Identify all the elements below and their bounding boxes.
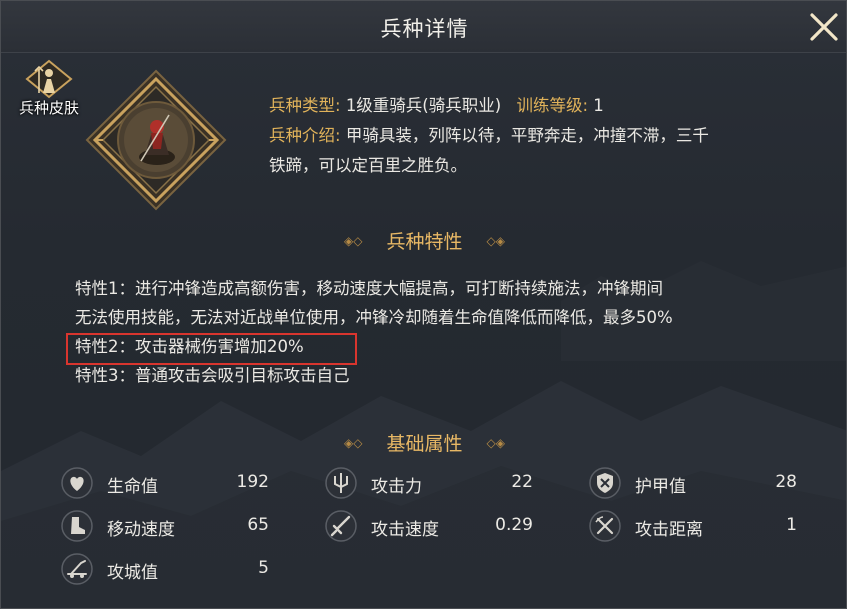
ornament-left-icon: ◈◇ [344,234,363,248]
stat-value: 65 [247,515,269,535]
stat-health: 生命值 192 [61,467,271,499]
stat-armor: 护甲值 28 [589,467,799,499]
stats-section-header: ◈◇ 基础属性 ◇◈ [1,429,846,456]
bow-icon [589,510,621,542]
unit-intro-label: 兵种介绍: [269,126,341,145]
trait-line: 无法使用技能，无法对近战单位使用，冲锋冷却随着生命值降低而降低，最多50% [75,308,673,327]
traits-list: 特性1：进行冲锋造成高额伤害，移动速度大幅提高，可打断持续施法，冲锋期间 无法使… [75,274,815,390]
unit-detail-panel: 兵种详情 兵种皮肤 兵种类型: 1级重骑兵(骑兵职业) 训练等级: 1 兵种介绍… [0,0,847,609]
unit-type-row: 兵种类型: 1级重骑兵(骑兵职业) 训练等级: 1 [269,91,829,121]
close-button[interactable] [806,9,842,45]
heart-icon [61,467,93,499]
stat-name: 攻击速度 [371,520,439,540]
trait-line: 特性3：普通攻击会吸引目标攻击自己 [75,366,350,385]
skin-label: 兵种皮肤 [18,99,79,117]
stat-name: 移动速度 [107,520,175,540]
ornament-right-icon: ◇◈ [486,234,505,248]
stat-move-speed: 移动速度 65 [61,510,271,542]
shield-icon [589,467,621,499]
sword-icon [325,510,357,542]
training-level-label: 训练等级: [516,96,588,115]
catapult-icon [61,553,93,585]
unit-info: 兵种类型: 1级重骑兵(骑兵职业) 训练等级: 1 兵种介绍: 甲骑具装，列阵以… [269,91,829,181]
stat-attack-range: 攻击距离 1 [589,510,799,542]
stats-section-title: 基础属性 [386,433,463,455]
unit-type-value: 1级重骑兵(骑兵职业) [345,96,502,115]
training-level-value: 1 [593,96,604,115]
window-title: 兵种详情 [380,17,469,41]
traits-section-header: ◈◇ 兵种特性 ◇◈ [1,227,846,254]
trident-icon [325,467,357,499]
ornament-left-icon: ◈◇ [344,436,363,450]
unit-type-label: 兵种类型: [269,96,341,115]
stat-value: 1 [786,515,797,535]
stat-value: 192 [236,472,269,492]
stat-siege: 攻城值 5 [61,553,271,585]
unit-portrait [81,65,231,215]
traits-section-title: 兵种特性 [386,231,463,253]
stat-name: 攻击力 [371,477,422,497]
stat-value: 22 [511,472,533,492]
stat-value: 5 [258,558,269,578]
stat-value: 0.29 [495,515,533,535]
stat-value: 28 [775,472,797,492]
unit-intro-text-1: 甲骑具装，列阵以待，平野奔走，冲撞不滞，三千 [345,126,709,145]
stat-attack: 攻击力 22 [325,467,535,499]
title-bar: 兵种详情 [1,1,846,53]
boot-icon [61,510,93,542]
trait-highlight-box [66,333,357,365]
stat-name: 生命值 [107,477,158,497]
stat-name: 攻城值 [107,563,158,583]
stat-name: 攻击距离 [635,520,703,540]
unit-intro-text-2: 铁蹄，可以定百里之胜负。 [269,156,467,175]
unit-intro-row: 兵种介绍: 甲骑具装，列阵以待，平野奔走，冲撞不滞，三千 [269,121,829,151]
trait-line: 特性1：进行冲锋造成高额伤害，移动速度大幅提高，可打断持续施法，冲锋期间 [75,279,663,298]
ornament-right-icon: ◇◈ [486,436,505,450]
stat-name: 护甲值 [635,477,686,497]
unit-skin-button[interactable]: 兵种皮肤 [11,59,87,121]
unit-intro-row-2: 铁蹄，可以定百里之胜负。 [269,151,829,181]
stat-attack-speed: 攻击速度 0.29 [325,510,535,542]
close-icon [810,13,838,41]
